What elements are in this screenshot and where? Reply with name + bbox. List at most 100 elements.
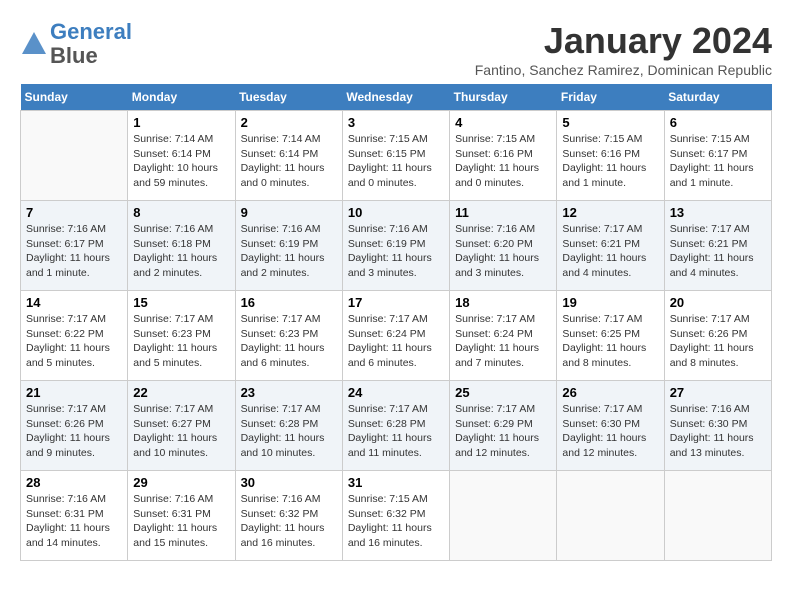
day-number: 27 xyxy=(670,385,766,400)
calendar-cell: 29 Sunrise: 7:16 AM Sunset: 6:31 PM Dayli… xyxy=(128,471,235,561)
day-info: Sunrise: 7:17 AM Sunset: 6:28 PM Dayligh… xyxy=(348,402,444,461)
day-info: Sunrise: 7:16 AM Sunset: 6:17 PM Dayligh… xyxy=(26,222,122,281)
calendar-cell xyxy=(664,471,771,561)
day-number: 14 xyxy=(26,295,122,310)
day-info: Sunrise: 7:17 AM Sunset: 6:30 PM Dayligh… xyxy=(562,402,658,461)
day-number: 15 xyxy=(133,295,229,310)
day-number: 22 xyxy=(133,385,229,400)
weekday-header-sunday: Sunday xyxy=(21,84,128,111)
day-number: 28 xyxy=(26,475,122,490)
day-number: 17 xyxy=(348,295,444,310)
day-number: 23 xyxy=(241,385,337,400)
day-number: 5 xyxy=(562,115,658,130)
calendar-week-row: 21 Sunrise: 7:17 AM Sunset: 6:26 PM Dayli… xyxy=(21,381,772,471)
day-info: Sunrise: 7:16 AM Sunset: 6:20 PM Dayligh… xyxy=(455,222,551,281)
page-header: General Blue January 2024 Fantino, Sanch… xyxy=(20,20,772,78)
day-info: Sunrise: 7:17 AM Sunset: 6:23 PM Dayligh… xyxy=(133,312,229,371)
calendar-cell xyxy=(557,471,664,561)
day-info: Sunrise: 7:16 AM Sunset: 6:19 PM Dayligh… xyxy=(241,222,337,281)
calendar-cell: 7Sunrise: 7:16 AM Sunset: 6:17 PM Daylig… xyxy=(21,201,128,291)
calendar-week-row: 1Sunrise: 7:14 AM Sunset: 6:14 PM Daylig… xyxy=(21,111,772,201)
day-info: Sunrise: 7:17 AM Sunset: 6:24 PM Dayligh… xyxy=(348,312,444,371)
day-info: Sunrise: 7:14 AM Sunset: 6:14 PM Dayligh… xyxy=(241,132,337,191)
day-number: 24 xyxy=(348,385,444,400)
day-info: Sunrise: 7:17 AM Sunset: 6:21 PM Dayligh… xyxy=(670,222,766,281)
weekday-header-tuesday: Tuesday xyxy=(235,84,342,111)
calendar-cell: 19 Sunrise: 7:17 AM Sunset: 6:25 PM Dayli… xyxy=(557,291,664,381)
logo-icon xyxy=(20,30,48,58)
weekday-header-monday: Monday xyxy=(128,84,235,111)
calendar-cell: 11 Sunrise: 7:16 AM Sunset: 6:20 PM Dayli… xyxy=(450,201,557,291)
calendar-cell: 15 Sunrise: 7:17 AM Sunset: 6:23 PM Dayli… xyxy=(128,291,235,381)
day-number: 19 xyxy=(562,295,658,310)
day-info: Sunrise: 7:17 AM Sunset: 6:26 PM Dayligh… xyxy=(26,402,122,461)
calendar-cell: 3Sunrise: 7:15 AM Sunset: 6:15 PM Daylig… xyxy=(342,111,449,201)
day-number: 9 xyxy=(241,205,337,220)
day-info: Sunrise: 7:17 AM Sunset: 6:25 PM Dayligh… xyxy=(562,312,658,371)
weekday-header-saturday: Saturday xyxy=(664,84,771,111)
calendar-cell: 21 Sunrise: 7:17 AM Sunset: 6:26 PM Dayli… xyxy=(21,381,128,471)
day-info: Sunrise: 7:16 AM Sunset: 6:19 PM Dayligh… xyxy=(348,222,444,281)
calendar-cell: 27 Sunrise: 7:16 AM Sunset: 6:30 PM Dayli… xyxy=(664,381,771,471)
day-number: 11 xyxy=(455,205,551,220)
weekday-header-wednesday: Wednesday xyxy=(342,84,449,111)
weekday-header-thursday: Thursday xyxy=(450,84,557,111)
calendar-cell: 30 Sunrise: 7:16 AM Sunset: 6:32 PM Dayli… xyxy=(235,471,342,561)
calendar-cell: 8 Sunrise: 7:16 AM Sunset: 6:18 PM Daylig… xyxy=(128,201,235,291)
day-info: Sunrise: 7:17 AM Sunset: 6:29 PM Dayligh… xyxy=(455,402,551,461)
calendar-cell: 31Sunrise: 7:15 AM Sunset: 6:32 PM Dayli… xyxy=(342,471,449,561)
day-number: 30 xyxy=(241,475,337,490)
day-info: Sunrise: 7:16 AM Sunset: 6:31 PM Dayligh… xyxy=(133,492,229,551)
day-number: 21 xyxy=(26,385,122,400)
day-info: Sunrise: 7:16 AM Sunset: 6:32 PM Dayligh… xyxy=(241,492,337,551)
calendar-week-row: 7Sunrise: 7:16 AM Sunset: 6:17 PM Daylig… xyxy=(21,201,772,291)
title-block: January 2024 Fantino, Sanchez Ramirez, D… xyxy=(475,20,772,78)
calendar-cell: 18 Sunrise: 7:17 AM Sunset: 6:24 PM Dayli… xyxy=(450,291,557,381)
calendar-cell: 14 Sunrise: 7:17 AM Sunset: 6:22 PM Dayli… xyxy=(21,291,128,381)
calendar-cell xyxy=(450,471,557,561)
calendar-week-row: 28 Sunrise: 7:16 AM Sunset: 6:31 PM Dayli… xyxy=(21,471,772,561)
day-info: Sunrise: 7:17 AM Sunset: 6:22 PM Dayligh… xyxy=(26,312,122,371)
location-subtitle: Fantino, Sanchez Ramirez, Dominican Repu… xyxy=(475,62,772,78)
day-number: 20 xyxy=(670,295,766,310)
weekday-header-row: SundayMondayTuesdayWednesdayThursdayFrid… xyxy=(21,84,772,111)
day-info: Sunrise: 7:16 AM Sunset: 6:18 PM Dayligh… xyxy=(133,222,229,281)
calendar-cell: 5 Sunrise: 7:15 AM Sunset: 6:16 PM Daylig… xyxy=(557,111,664,201)
day-info: Sunrise: 7:15 AM Sunset: 6:16 PM Dayligh… xyxy=(455,132,551,191)
calendar-cell: 26 Sunrise: 7:17 AM Sunset: 6:30 PM Dayli… xyxy=(557,381,664,471)
day-info: Sunrise: 7:15 AM Sunset: 6:16 PM Dayligh… xyxy=(562,132,658,191)
calendar-cell: 16Sunrise: 7:17 AM Sunset: 6:23 PM Dayli… xyxy=(235,291,342,381)
calendar-cell: 24 Sunrise: 7:17 AM Sunset: 6:28 PM Dayli… xyxy=(342,381,449,471)
calendar-cell: 10 Sunrise: 7:16 AM Sunset: 6:19 PM Dayli… xyxy=(342,201,449,291)
calendar-cell: 22 Sunrise: 7:17 AM Sunset: 6:27 PM Dayli… xyxy=(128,381,235,471)
day-number: 18 xyxy=(455,295,551,310)
day-number: 26 xyxy=(562,385,658,400)
day-number: 16 xyxy=(241,295,337,310)
day-number: 29 xyxy=(133,475,229,490)
day-number: 6 xyxy=(670,115,766,130)
calendar-week-row: 14 Sunrise: 7:17 AM Sunset: 6:22 PM Dayli… xyxy=(21,291,772,381)
calendar-cell: 28Sunrise: 7:16 AM Sunset: 6:31 PM Dayli… xyxy=(21,471,128,561)
weekday-header-friday: Friday xyxy=(557,84,664,111)
day-info: Sunrise: 7:16 AM Sunset: 6:30 PM Dayligh… xyxy=(670,402,766,461)
day-number: 4 xyxy=(455,115,551,130)
day-info: Sunrise: 7:17 AM Sunset: 6:24 PM Dayligh… xyxy=(455,312,551,371)
day-info: Sunrise: 7:17 AM Sunset: 6:27 PM Dayligh… xyxy=(133,402,229,461)
calendar-cell: 2Sunrise: 7:14 AM Sunset: 6:14 PM Daylig… xyxy=(235,111,342,201)
day-number: 31 xyxy=(348,475,444,490)
calendar-cell: 25 Sunrise: 7:17 AM Sunset: 6:29 PM Dayli… xyxy=(450,381,557,471)
day-info: Sunrise: 7:17 AM Sunset: 6:28 PM Dayligh… xyxy=(241,402,337,461)
calendar-cell: 4 Sunrise: 7:15 AM Sunset: 6:16 PM Daylig… xyxy=(450,111,557,201)
day-info: Sunrise: 7:15 AM Sunset: 6:15 PM Dayligh… xyxy=(348,132,444,191)
calendar-cell: 1Sunrise: 7:14 AM Sunset: 6:14 PM Daylig… xyxy=(128,111,235,201)
calendar-cell: 23 Sunrise: 7:17 AM Sunset: 6:28 PM Dayli… xyxy=(235,381,342,471)
calendar-cell: 20Sunrise: 7:17 AM Sunset: 6:26 PM Dayli… xyxy=(664,291,771,381)
day-number: 8 xyxy=(133,205,229,220)
day-number: 12 xyxy=(562,205,658,220)
day-info: Sunrise: 7:14 AM Sunset: 6:14 PM Dayligh… xyxy=(133,132,229,191)
logo: General Blue xyxy=(20,20,132,68)
day-number: 25 xyxy=(455,385,551,400)
day-number: 10 xyxy=(348,205,444,220)
day-info: Sunrise: 7:15 AM Sunset: 6:17 PM Dayligh… xyxy=(670,132,766,191)
day-info: Sunrise: 7:17 AM Sunset: 6:21 PM Dayligh… xyxy=(562,222,658,281)
